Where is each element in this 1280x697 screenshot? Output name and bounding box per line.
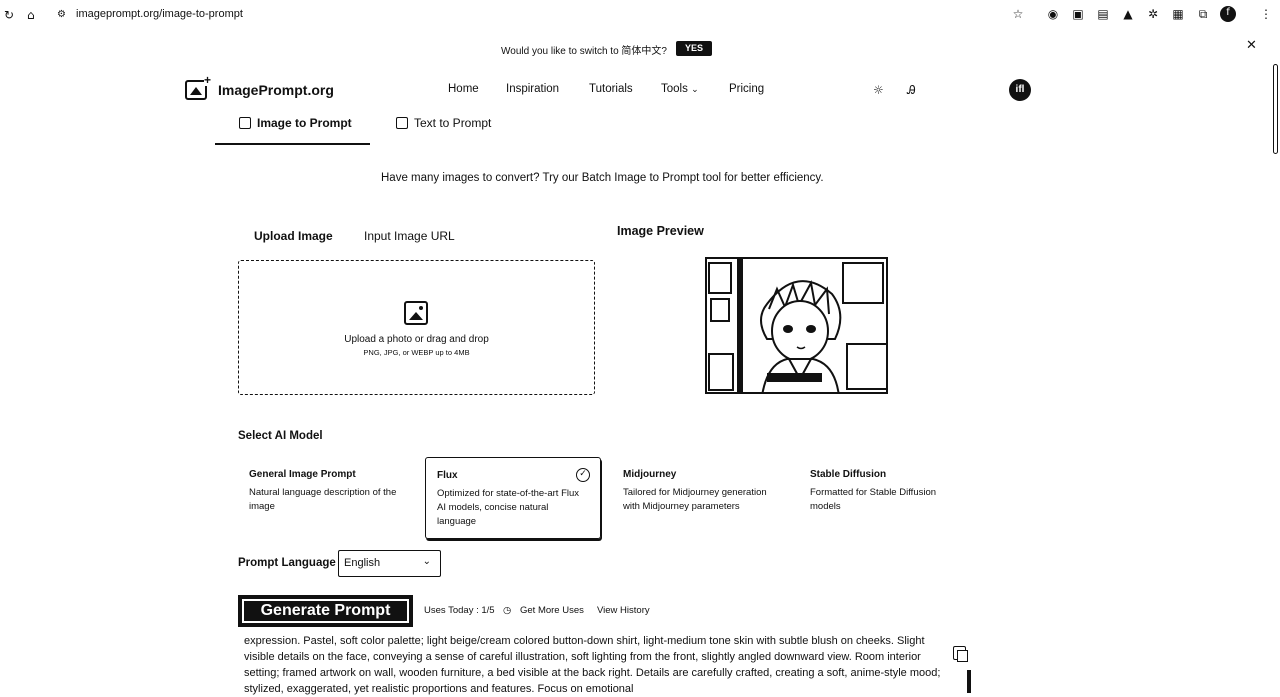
model-title: General Image Prompt <box>249 469 356 480</box>
tab-text-to-prompt[interactable]: Text to Prompt <box>396 116 491 130</box>
copy-icon[interactable] <box>953 646 968 662</box>
extension-icon[interactable]: ✲ <box>1146 7 1160 21</box>
menu-icon[interactable]: ⋮ <box>1259 7 1273 21</box>
language-switch-prompt: Would you like to switch to 简体中文? <box>501 46 667 57</box>
model-description: Tailored for Midjourney generation with … <box>623 487 767 512</box>
preview-image <box>705 257 888 394</box>
nav-tools[interactable]: Tools ⌄ <box>661 83 699 95</box>
model-description: Formatted for Stable Diffusion models <box>810 487 937 512</box>
model-title: Stable Diffusion <box>810 469 887 480</box>
select-model-title: Select AI Model <box>238 430 323 442</box>
puzzle-icon[interactable]: ⧉ <box>1196 7 1210 21</box>
check-icon: ✓ <box>576 468 590 482</box>
home-icon[interactable]: ⌂ <box>27 8 35 22</box>
nav-tutorials[interactable]: Tutorials <box>589 83 633 95</box>
address-bar[interactable]: imageprompt.org/image-to-prompt <box>76 8 243 20</box>
dropzone-instruction: Upload a photo or drag and drop <box>344 334 489 345</box>
nav-inspiration[interactable]: Inspiration <box>506 83 559 95</box>
tab-text-to-prompt-label: Text to Prompt <box>414 116 492 130</box>
chevron-down-icon: ⌄ <box>422 556 431 567</box>
profile-icon[interactable]: f <box>1220 6 1236 22</box>
extension-icon[interactable]: ◉ <box>1046 7 1060 21</box>
generated-prompt-text[interactable]: expression. Pastel, soft color palette; … <box>244 633 944 697</box>
model-card-flux[interactable]: Flux Optimized for state-of-the-art Flux… <box>425 457 601 539</box>
nav-tools-label: Tools <box>661 83 688 95</box>
nav-home[interactable]: Home <box>448 83 479 95</box>
close-icon[interactable]: ✕ <box>1246 38 1257 53</box>
generate-prompt-button[interactable]: Generate Prompt <box>238 595 413 627</box>
get-more-uses-link[interactable]: Get More Uses <box>520 605 584 616</box>
model-title: Midjourney <box>623 469 677 480</box>
model-card-stable-diffusion[interactable]: Stable Diffusion Formatted for Stable Di… <box>799 457 975 539</box>
view-history-link[interactable]: View History <box>597 605 650 616</box>
browser-toolbar: ↻ ⌂ ⚙ imageprompt.org/image-to-prompt ☆ … <box>0 0 1280 30</box>
model-description: Optimized for state-of-the-art Flux AI m… <box>437 488 580 527</box>
result-scrollbar[interactable] <box>967 670 971 693</box>
chevron-down-icon: ⌄ <box>691 85 699 95</box>
logo-text[interactable]: ImagePrompt.org <box>218 82 334 98</box>
model-title: Flux <box>437 470 458 481</box>
extension-icon[interactable]: ▲ <box>1121 7 1135 21</box>
active-tab-indicator <box>215 143 370 145</box>
prompt-language-label: Prompt Language <box>238 557 336 569</box>
prompt-language-select[interactable]: English ⌄ <box>338 550 441 577</box>
image-icon <box>239 117 251 129</box>
upload-dropzone[interactable] <box>238 260 595 395</box>
model-card-midjourney[interactable]: Midjourney Tailored for Midjourney gener… <box>612 457 788 539</box>
uses-today-counter: Uses Today : 1/5 <box>424 605 495 616</box>
prompt-language-value: English <box>344 557 381 569</box>
clock-icon: ◷ <box>503 605 512 616</box>
extension-icon[interactable]: ▤ <box>1096 7 1110 21</box>
batch-tool-link[interactable]: Have many images to convert? Try our Bat… <box>381 172 824 184</box>
user-avatar[interactable]: ifl <box>1009 79 1031 101</box>
preview-title: Image Preview <box>617 224 704 238</box>
theme-toggle-icon[interactable]: ☼ <box>873 83 884 97</box>
extension-icon[interactable]: ▣ <box>1071 7 1085 21</box>
tab-upload-image[interactable]: Upload Image <box>254 229 333 243</box>
bookmark-star-icon[interactable]: ☆ <box>1011 7 1025 21</box>
page-scrollbar[interactable] <box>1273 64 1278 154</box>
logo-icon[interactable]: + <box>185 74 211 100</box>
site-info-icon[interactable]: ⚙ <box>57 8 66 22</box>
switch-language-yes-button[interactable]: YES <box>676 41 712 56</box>
tab-input-image-url[interactable]: Input Image URL <box>364 229 455 243</box>
tab-image-to-prompt-label: Image to Prompt <box>257 116 352 130</box>
anime-portrait-illustration <box>707 259 886 392</box>
model-description: Natural language description of the imag… <box>249 487 397 512</box>
nav-pricing[interactable]: Pricing <box>729 83 764 95</box>
upload-image-icon <box>404 301 428 325</box>
extension-icon[interactable]: ▦ <box>1171 7 1185 21</box>
reload-icon[interactable]: ↻ <box>4 8 14 22</box>
translate-icon[interactable]: Ꭿ <box>907 83 916 98</box>
tab-image-to-prompt[interactable]: Image to Prompt <box>239 116 352 130</box>
model-card-general[interactable]: General Image Prompt Natural language de… <box>238 457 414 539</box>
dropzone-file-types: PNG, JPG, or WEBP up to 4MB <box>363 348 470 357</box>
edit-icon <box>396 117 408 129</box>
